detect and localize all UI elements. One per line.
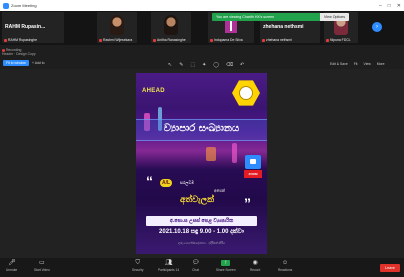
poster-light xyxy=(232,143,237,163)
poster-light xyxy=(206,147,216,161)
pen-tool-icon[interactable]: ✎ xyxy=(179,62,183,68)
participant-name: RAHM Rupasinghe xyxy=(4,38,37,42)
more-button[interactable]: More xyxy=(377,62,385,66)
start-video-button[interactable]: ▭ Start Video xyxy=(34,260,50,272)
window-titlebar: Zoom Meeting – □ ✕ xyxy=(0,0,404,11)
zoom-logo-icon xyxy=(245,155,261,169)
participant-tile[interactable]: Rashmi Wijesekara xyxy=(97,12,137,43)
view-options-button[interactable]: View Options xyxy=(320,12,350,21)
record-button[interactable]: ◉ Record xyxy=(250,260,260,272)
share-screen-button[interactable]: ↑ Share Screen xyxy=(216,260,236,272)
edit-save-button[interactable]: Edit & Save xyxy=(330,62,348,66)
participant-name: Indupama De Silva xyxy=(210,38,243,42)
chat-button[interactable]: 💬︎ Chat xyxy=(192,260,200,272)
participant-name: Rashmi Wijesekara xyxy=(99,38,132,42)
maximize-icon[interactable]: □ xyxy=(388,3,391,9)
view-button[interactable]: View xyxy=(364,62,371,66)
shape-tool-icon[interactable]: ⬚ xyxy=(190,62,195,68)
muted-mic-icon xyxy=(4,38,7,42)
share-message: You are viewing Charith HX's screen xyxy=(212,12,320,21)
mic-icon: 🎤︎ xyxy=(8,260,16,266)
participant-name-large: zhehana nethsmi xyxy=(263,24,304,30)
chat-icon: 💬︎ xyxy=(192,260,200,266)
record-icon: ◉ xyxy=(252,260,258,266)
muted-mic-icon xyxy=(326,38,329,42)
zoom-label: ZOOM xyxy=(244,170,262,178)
spotlight-tool-icon[interactable]: ◯ xyxy=(213,62,219,68)
video-icon: ▭ xyxy=(39,260,45,266)
poster-subtitle-2: අපෙන් xyxy=(214,188,226,193)
participant-video xyxy=(164,15,178,35)
annotation-tools: ↖ ✎ ⬚ ✦ ◯ ⌫ ↶ xyxy=(168,62,244,68)
minimize-icon[interactable]: – xyxy=(379,3,382,9)
muted-mic-icon xyxy=(153,38,156,42)
unmute-button[interactable]: 🎤︎ Unmute xyxy=(6,260,17,272)
share-icon: ↑ xyxy=(221,260,231,266)
add-button[interactable]: + Add to xyxy=(32,60,45,66)
poster-footer: ගුරු මාර්ගෝපදේශනය · ඉදිරිපත් කිරීම xyxy=(177,241,226,245)
poster-logo-text: AHEAD xyxy=(142,88,165,94)
participant-tile[interactable]: Anitha Ranasinghe xyxy=(151,12,191,43)
view-mode-button[interactable]: Fit to window xyxy=(3,60,29,66)
poster-host: අ.පො.ස උසස් පෙළ ව්‍යාපාරික xyxy=(146,216,257,226)
select-tool-icon[interactable]: ↖ xyxy=(168,62,172,68)
poster-logo-badge xyxy=(232,80,260,106)
eraser-tool-icon[interactable]: ⌫ xyxy=(226,62,233,68)
participant-name: Nipuna FDCL xyxy=(326,38,351,42)
speaker-label: Header · Design Copy xyxy=(2,52,36,56)
participant-tile[interactable]: RAHM Rupasin... RAHM Rupasinghe xyxy=(2,12,64,43)
muted-mic-icon xyxy=(99,38,102,42)
close-quote-icon: ” xyxy=(244,195,251,211)
share-right-tools: Edit & Save Fit View More xyxy=(330,62,385,66)
shield-icon: ⛉ xyxy=(135,260,140,266)
window-title: Zoom Meeting xyxy=(11,3,37,8)
participants-icon: 👥︎ xyxy=(165,260,173,266)
screen-share-banner: You are viewing Charith HX's screen View… xyxy=(212,12,358,21)
stamp-tool-icon[interactable]: ✦ xyxy=(202,62,206,68)
participant-name: zhehana nethsmi xyxy=(262,38,292,42)
participant-strip: RAHM Rupasin... RAHM Rupasinghe Rashmi W… xyxy=(0,11,404,45)
next-page-icon[interactable]: › xyxy=(372,22,382,32)
poster-datetime: 2021.10.18 සඳු 9.00 - 1.00 දක්වා xyxy=(159,229,244,235)
participants-button[interactable]: 👥︎ Participants 14 xyxy=(158,260,179,272)
participant-name-large: RAHM Rupasin... xyxy=(5,24,46,30)
security-button[interactable]: ⛉ Security xyxy=(132,260,144,272)
open-quote-icon: “ xyxy=(146,173,153,189)
participant-count: 14 xyxy=(175,268,180,272)
meeting-controls: 🎤︎ Unmute ▭ Start Video ⛉ Security 👥︎ Pa… xyxy=(0,258,404,277)
leave-button[interactable]: Leave xyxy=(380,264,400,272)
reactions-icon: ☺ xyxy=(282,260,289,266)
recording-indicator: Recording Header · Design Copy xyxy=(2,48,36,56)
fit-button[interactable]: Fit xyxy=(354,62,358,66)
muted-mic-icon xyxy=(262,38,265,42)
shared-poster: AHEAD ව්‍යාපාර සංඛ්‍යානය ZOOM “ A/L සරලව… xyxy=(136,73,267,254)
poster-highlight-word: අත්වැලක් xyxy=(180,194,215,204)
al-badge: A/L xyxy=(160,179,173,187)
poster-title: ව්‍යාපාර සංඛ්‍යානය xyxy=(163,123,240,134)
muted-mic-icon xyxy=(210,38,213,42)
zoom-app-icon xyxy=(3,2,9,9)
reactions-button[interactable]: ☺ Reactions xyxy=(278,260,292,272)
shared-screen-area: AHEAD ව්‍යාපාර සංඛ්‍යානය ZOOM “ A/L සරලව… xyxy=(0,69,404,258)
participant-name: Anitha Ranasinghe xyxy=(153,38,186,42)
participant-avatar xyxy=(225,19,237,33)
undo-icon[interactable]: ↶ xyxy=(240,62,244,68)
window-controls: – □ ✕ xyxy=(379,3,401,9)
poster-subtitle-1: සරලවම xyxy=(180,180,195,185)
close-icon[interactable]: ✕ xyxy=(397,3,401,9)
participant-video xyxy=(110,15,124,35)
